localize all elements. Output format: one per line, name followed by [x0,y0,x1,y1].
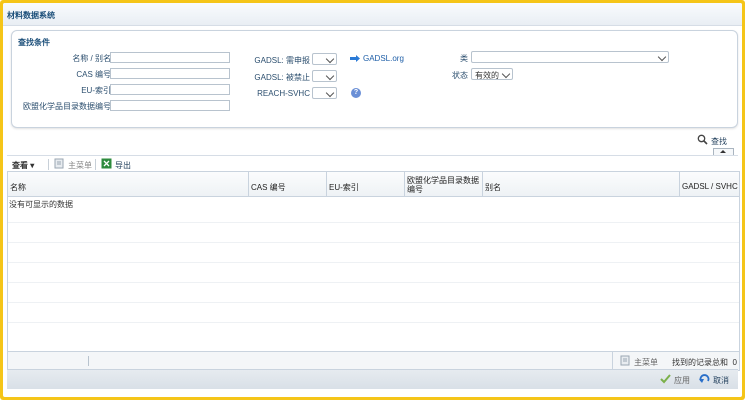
name-alias-label: 名称 / 别名 [72,54,111,63]
chevron-down-icon [325,54,335,64]
gadsl-declare-label: GADSL: 需申报 [254,56,310,65]
column-header-alias[interactable]: 别名 [483,172,680,196]
table-header: 名称 CAS 编号 EU-索引 欧盟化学品目录数据编号 别名 GADSL / S… [8,172,739,197]
category-select[interactable] [471,51,669,63]
results-toolbar: 查看 ▾ 主菜单 导出 [7,155,738,172]
gadsl-org-link[interactable]: GADSL.org [363,54,404,63]
window-title: 材料数据系统 [7,11,55,20]
main-menu-button[interactable]: 主菜单 [68,160,92,171]
table-footer: 主菜单 找到的记录总和 0 [8,351,739,370]
chevron-down-icon [325,88,335,98]
eu-index-label: EU-索引 [81,86,111,95]
footer-main-menu-button[interactable]: 主菜单 [634,357,658,368]
chevron-down-icon [325,71,335,81]
excel-export-icon [101,158,112,169]
undo-icon [699,374,710,383]
name-alias-input[interactable] [110,52,230,63]
reach-svhc-select[interactable] [312,87,337,99]
apply-button[interactable]: 应用 [674,375,690,386]
results-table: 名称 CAS 编号 EU-索引 欧盟化学品目录数据编号 别名 GADSL / S… [7,171,740,371]
einecs-no-input[interactable] [110,100,230,111]
cas-no-label: CAS 编号 [76,70,111,79]
action-bar: 应用 取消 [7,369,738,389]
status-label: 状态 [452,71,468,80]
chevron-down-icon [501,69,511,79]
column-header-einecs[interactable]: 欧盟化学品目录数据编号 [405,172,483,196]
cancel-button[interactable]: 取消 [713,375,729,386]
collapse-panel-toggle[interactable] [713,148,734,155]
column-header-gadsl-svhc[interactable]: GADSL / SVHC [680,172,739,196]
chevron-down-icon [657,52,667,62]
arrow-right-icon [350,55,360,62]
column-header-name[interactable]: 名称 [8,172,249,196]
gadsl-declare-select[interactable] [312,53,337,65]
column-header-eu-index[interactable]: EU-索引 [327,172,405,196]
eu-index-input[interactable] [110,84,230,95]
status-select-value: 有效的 [475,71,499,80]
search-icon [697,134,708,145]
empty-table-message: 没有可显示的数据 [9,200,73,209]
search-criteria-panel: 查找条件 名称 / 别名 CAS 编号 EU-索引 欧盟化学品目录数据编号 GA… [11,30,738,128]
cas-no-input[interactable] [110,68,230,79]
title-bar: 材料数据系统 [3,3,742,26]
checkmark-icon [660,374,671,384]
toolbar-separator [48,159,49,170]
category-label: 类 [460,54,468,63]
einecs-no-label: 欧盟化学品目录数据编号 [23,102,111,111]
gadsl-prohibited-select[interactable] [312,70,337,82]
find-button-label: 查找 [711,137,727,146]
records-found-count: 找到的记录总和 0 [672,358,737,367]
column-header-cas[interactable]: CAS 编号 [249,172,327,196]
reach-svhc-label: REACH-SVHC [257,89,310,98]
search-criteria-header: 查找条件 [18,38,50,47]
help-icon[interactable]: ? [351,88,361,98]
export-button[interactable]: 导出 [115,160,131,171]
dialog-window: 材料数据系统 查找条件 名称 / 别名 CAS 编号 EU-索引 欧盟化学品目录… [3,3,742,397]
main-menu-icon [620,355,630,366]
status-select[interactable]: 有效的 [471,68,513,80]
main-menu-icon [54,158,64,169]
toolbar-separator [95,159,96,170]
view-menu[interactable]: 查看 ▾ [12,160,34,171]
gadsl-prohibited-label: GADSL: 被禁止 [254,73,310,82]
